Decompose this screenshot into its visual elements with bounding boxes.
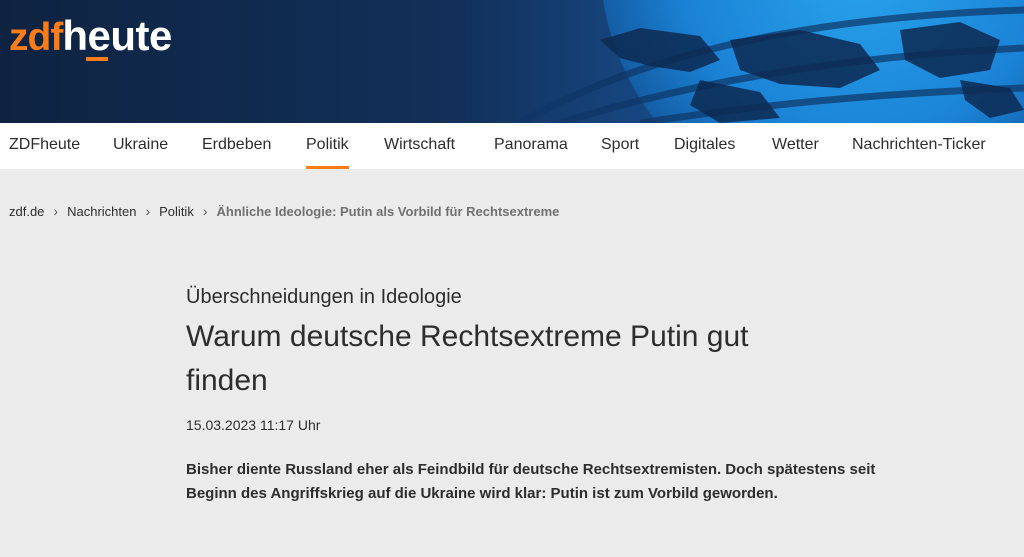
nav-item-panorama[interactable]: Panorama — [494, 123, 568, 169]
chevron-right-icon: › — [53, 203, 59, 219]
nav-item-erdbeben[interactable]: Erdbeben — [202, 123, 271, 169]
main-navigation: ZDFheute Ukraine Erdbeben Politik Wirtsc… — [0, 123, 1024, 169]
nav-item-wetter[interactable]: Wetter — [772, 123, 819, 169]
nav-item-zdfheute[interactable]: ZDFheute — [9, 123, 80, 169]
article-title: Warum deutsche Rechtsextreme Putin gut f… — [186, 320, 749, 397]
breadcrumb-current: Ähnliche Ideologie: Putin als Vorbild fü… — [216, 203, 560, 219]
article-lead: Bisher diente Russland eher als Feindbil… — [186, 461, 876, 502]
logo-underline — [86, 57, 108, 61]
breadcrumb-nachrichten[interactable]: Nachrichten — [67, 204, 136, 219]
nav-item-nachrichten-ticker[interactable]: Nachrichten-Ticker — [852, 123, 986, 169]
nav-item-ukraine[interactable]: Ukraine — [113, 123, 168, 169]
article: Überschneidungen in Ideologie Warum deut… — [186, 284, 886, 506]
site-header: zdf heute — [0, 0, 1024, 123]
nav-item-wirtschaft[interactable]: Wirtschaft — [384, 123, 455, 169]
chevron-right-icon: › — [202, 203, 208, 219]
breadcrumb: zdf.de › Nachrichten › Politik › Ähnlich… — [9, 203, 559, 219]
nav-item-digitales[interactable]: Digitales — [674, 123, 735, 169]
logo-heute-text: heute — [62, 12, 172, 59]
breadcrumb-zdf[interactable]: zdf.de — [9, 204, 44, 219]
chevron-right-icon: › — [145, 203, 151, 219]
breadcrumb-politik[interactable]: Politik — [159, 204, 194, 219]
logo-zdf-text: zdf — [9, 16, 63, 59]
nav-item-politik[interactable]: Politik — [306, 123, 349, 169]
article-date: 15.03.2023 11:17 Uhr — [186, 417, 321, 433]
nav-item-sport[interactable]: Sport — [601, 123, 639, 169]
article-kicker: Überschneidungen in Ideologie — [186, 286, 462, 308]
